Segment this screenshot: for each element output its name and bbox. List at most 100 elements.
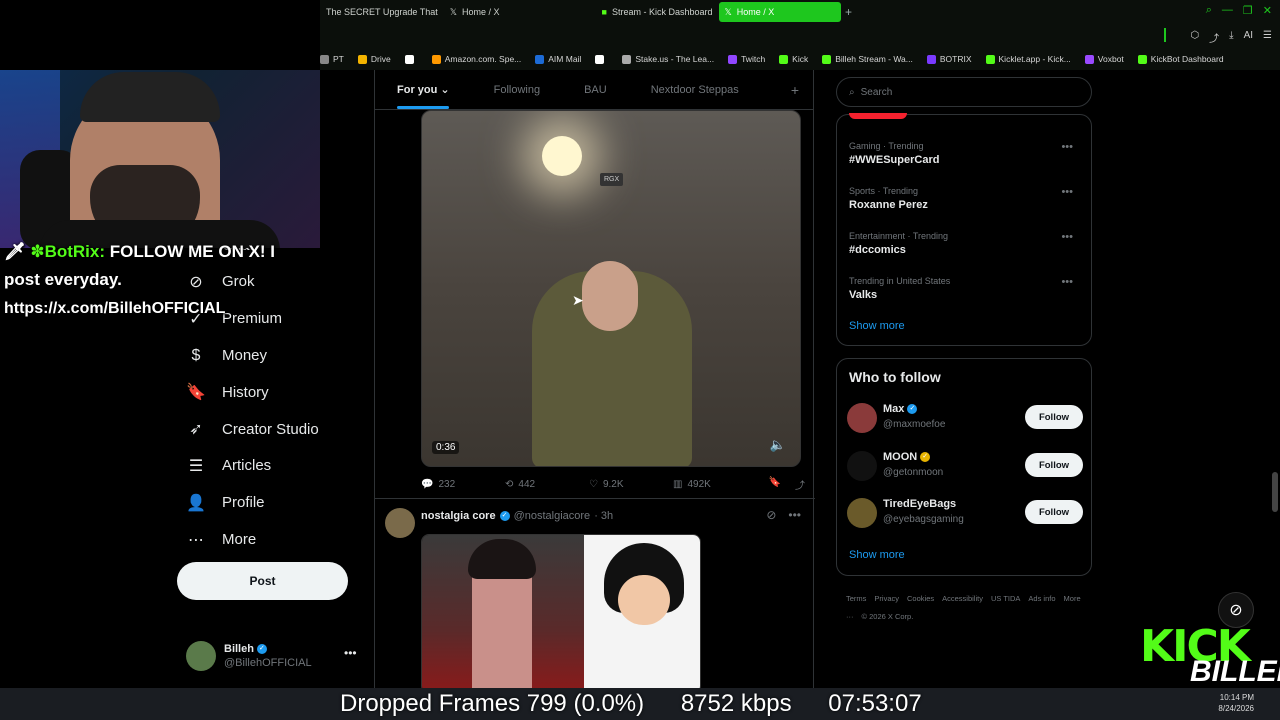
nav-item-money[interactable]: $ Money [176,337,366,374]
video-player[interactable]: RGX 0:36 🔈 [421,110,801,467]
system-clock[interactable]: 10:14 PM 8/24/2026 [1218,692,1254,714]
like-button[interactable]: ♡ 9.2K [589,479,673,490]
avatar[interactable] [847,403,877,433]
share-icon[interactable]: ⤴ [1209,30,1219,45]
download-icon[interactable]: ⤓ [1229,30,1233,45]
trend-title: #dccomics [849,244,906,256]
tab-following[interactable]: Following [472,70,562,110]
bookmark-icon[interactable]: 🔖 [769,477,781,492]
nav-item-label: Profile [222,494,265,512]
user-name: TiredEyeBags [883,498,957,510]
nav-item-articles[interactable]: ☰ Articles [176,448,366,485]
trend-item[interactable]: Entertainment · Trending #dccomics ••• [849,231,1081,256]
account-switcher[interactable]: Billeh ✓ @BillehOFFICIAL ••• [186,640,366,672]
tab-nextdoor-steppas[interactable]: Nextdoor Steppas [629,70,761,110]
bookmark-item[interactable]: Kicklet.app - Kick... [985,54,1071,64]
nav-item-more[interactable]: ⋯ More [176,521,366,558]
scrollbar[interactable] [1272,472,1278,512]
search-input[interactable]: ⌕ Search [836,77,1092,107]
reply-icon: 💬 [421,478,434,490]
views-button[interactable]: ▥ 492K [673,479,757,490]
add-tab-button[interactable]: + [791,82,799,98]
browser-tab[interactable]: 𝕏 Home / X [444,2,506,22]
bookmark-item[interactable] [404,54,418,64]
browser-tab-active[interactable]: 𝕏 Home / X [718,2,841,22]
tweet-author-name[interactable]: nostalgia core [421,510,496,522]
avatar[interactable] [385,508,415,538]
minimize-icon[interactable]: — [1222,4,1233,17]
tweet-image[interactable] [421,534,701,694]
ai-icon[interactable]: AI [1244,30,1253,45]
volume-icon[interactable]: 🔈 [770,437,786,453]
suggested-user[interactable]: Max ✓ @maxmoefoe Follow [847,401,1083,437]
avatar[interactable] [847,451,877,481]
new-tab-button[interactable]: + [841,5,857,19]
bookmark-item[interactable] [595,54,608,64]
trend-item[interactable]: Trending in United States Valks ••• [849,276,1081,301]
reply-button[interactable]: 💬 232 [421,479,505,490]
more-dots-icon[interactable]: ••• [788,508,801,522]
trend-item[interactable]: Gaming · Trending #WWESuperCard ••• [849,141,1081,166]
nav-icon: 🔖 [186,384,206,402]
bookmark-item[interactable]: Stake.us - The Lea... [622,54,714,64]
nav-item-history[interactable]: 🔖 History [176,374,366,411]
user-handle: @getonmoon [883,467,944,478]
avatar[interactable] [847,498,877,528]
kick-streamer-name: BILLEH [1190,655,1280,688]
bookmark-icon [985,54,995,64]
footer-link[interactable]: Ads info [1028,594,1055,603]
trend-item[interactable]: Sports · Trending Roxanne Perez ••• [849,186,1081,211]
bookmark-item[interactable]: Drive [357,54,391,64]
nav-item-creator-studio[interactable]: ➶ Creator Studio [176,411,366,448]
bookmark-item[interactable]: BOTRIX [926,54,972,64]
follow-button[interactable]: Follow [1025,500,1083,524]
bookmark-item[interactable]: KickBot Dashboard [1137,54,1224,64]
tab-for-you[interactable]: For you ⌄ [375,70,472,110]
footer-link[interactable]: Terms [846,594,866,603]
bookmark-item[interactable]: Kick [779,54,808,64]
post-button[interactable]: Post [177,562,348,600]
share-icon[interactable]: ⤴ [795,477,805,492]
footer-link[interactable]: © 2026 X Corp. [862,612,914,621]
nav-item-profile[interactable]: 👤 Profile [176,484,366,521]
menu-icon[interactable]: ☰ [1263,30,1272,45]
video-badge: RGX [600,173,624,186]
bookmark-item[interactable]: Billeh Stream - Wa... [822,54,913,64]
more-dots-icon[interactable]: ••• [1061,186,1073,198]
follow-button[interactable]: Follow [1025,405,1083,429]
show-more-follow-link[interactable]: Show more [849,549,905,561]
video-duration: 0:36 [432,441,460,454]
footer-link[interactable]: Cookies [907,594,934,603]
show-more-trends-link[interactable]: Show more [849,320,905,332]
more-dots-icon[interactable]: ••• [1061,141,1073,153]
more-dots-icon[interactable]: ••• [344,646,357,660]
more-dots-icon[interactable]: ••• [1061,231,1073,243]
footer-link[interactable]: Privacy [874,594,899,603]
bookmark-item[interactable]: Voxbot [1084,54,1124,64]
repost-button[interactable]: ⟲ 442 [505,479,589,490]
footer-link[interactable]: US TIDA [991,594,1020,603]
maximize-icon[interactable]: ❐ [1243,4,1253,17]
bookmark-icon [431,54,441,64]
bookmark-icon [357,54,367,64]
suggested-user[interactable]: TiredEyeBags @eyebagsgaming Follow [847,496,1083,532]
bookmark-item[interactable]: Amazon.com. Spe... [431,54,521,64]
browser-tab[interactable]: ■ Stream - Kick Dashboard [596,2,719,22]
who-to-follow-panel: Who to follow Max ✓ @maxmoefoe Follow MOON ✓ @… [836,358,1092,576]
bookmark-item[interactable]: AIM Mail [535,54,581,64]
bookmark-item[interactable]: Twitch [728,54,765,64]
browser-tab[interactable]: The SECRET Upgrade That [320,2,444,22]
tweet-time: · 3h [594,510,614,522]
tab-bau[interactable]: BAU [562,70,629,110]
bookmark-item[interactable]: PT [320,54,344,64]
more-dots-icon[interactable]: ••• [1061,276,1073,288]
close-icon[interactable]: ✕ [1263,4,1272,17]
nav-item-label: Money [222,347,268,365]
suggested-user[interactable]: MOON ✓ @getonmoon Follow [847,449,1083,485]
grok-icon[interactable]: ⊘ [766,508,776,522]
follow-button[interactable]: Follow [1025,453,1083,477]
repost-icon: ⟲ [505,478,514,490]
search-icon[interactable]: ⌕ [1206,4,1212,17]
extension-icon[interactable]: ⬡ [1190,30,1199,45]
footer-link[interactable]: Accessibility [942,594,983,603]
